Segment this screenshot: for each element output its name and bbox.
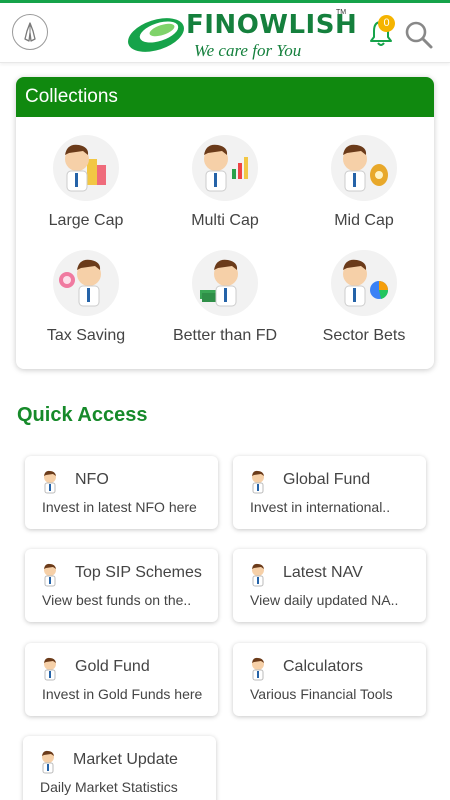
card-subtitle: View best funds on the.. <box>42 592 192 608</box>
mascot-cash-bundle-icon <box>200 259 238 307</box>
collection-multi-cap[interactable]: Multi Cap <box>155 135 295 230</box>
card-title: Top SIP Schemes <box>75 564 202 581</box>
card-subtitle: Daily Market Statistics <box>40 779 178 795</box>
mascot-avatar <box>192 250 258 316</box>
app-header: FINOWLISH TM We care for You 0 <box>0 3 450 63</box>
mascot-avatar <box>53 250 119 316</box>
mascot-mini-icon <box>44 563 56 587</box>
collection-label: Better than FD <box>172 327 278 344</box>
trademark-mark: TM <box>336 9 347 16</box>
quick-card-nfo[interactable]: NFO Invest in latest NFO here <box>25 456 218 529</box>
mascot-buildings-icon <box>65 144 106 192</box>
mascot-avatar <box>53 135 119 201</box>
card-title: Global Fund <box>283 471 371 488</box>
brand-tagline: We care for You <box>194 41 302 60</box>
collection-sector-bets[interactable]: Sector Bets <box>294 250 434 345</box>
card-title: Market Update <box>73 751 178 768</box>
finowlish-logo: FINOWLISH TM We care for You <box>124 8 357 60</box>
collection-label: Large Cap <box>48 212 124 229</box>
card-subtitle: Invest in Gold Funds here <box>42 686 203 702</box>
menu-button[interactable] <box>12 14 48 50</box>
collection-large-cap[interactable]: Large Cap <box>16 135 156 230</box>
quick-card-latest-nav[interactable]: Latest NAV View daily updated NA.. <box>233 549 426 622</box>
brand-name: FINOWLISH <box>186 10 358 40</box>
quick-card-gold-fund[interactable]: Gold Fund Invest in Gold Funds here <box>25 643 218 716</box>
mascot-mini-icon <box>44 657 56 681</box>
card-subtitle: Various Financial Tools <box>250 686 393 702</box>
card-subtitle: Invest in latest NFO here <box>42 499 197 515</box>
namaste-hands-icon <box>24 22 36 42</box>
mascot-mini-icon <box>252 563 264 587</box>
collections-title: Collections <box>16 77 434 117</box>
collection-label: Sector Bets <box>322 327 406 344</box>
card-subtitle: View daily updated NA.. <box>250 592 399 608</box>
mascot-pie-chart-icon <box>343 259 389 307</box>
card-subtitle: Invest in international.. <box>250 499 391 515</box>
collection-better-than-fd[interactable]: Better than FD <box>155 250 295 345</box>
collection-label: Multi Cap <box>191 212 259 229</box>
quick-card-global-fund[interactable]: Global Fund Invest in international.. <box>233 456 426 529</box>
mascot-mini-icon <box>252 657 264 681</box>
quick-access-title: Quick Access <box>17 404 148 426</box>
search-icon[interactable] <box>404 20 434 50</box>
mascot-mini-icon <box>44 470 56 494</box>
quick-card-top-sip[interactable]: Top SIP Schemes View best funds on the.. <box>25 549 218 622</box>
card-title: Latest NAV <box>283 564 363 581</box>
quick-card-market-update[interactable]: Market Update Daily Market Statistics <box>23 736 216 800</box>
card-title: NFO <box>75 471 109 488</box>
mascot-mini-icon <box>42 750 54 774</box>
card-title: Calculators <box>283 658 364 675</box>
collections-panel: Collections Large Cap Multi Cap Mid Cap … <box>16 77 434 369</box>
notification-badge: 0 <box>378 15 395 32</box>
mascot-chart-icon <box>204 144 248 192</box>
logo-swoosh-icon <box>128 18 184 52</box>
mascot-percent-coin-icon <box>59 259 101 307</box>
collection-label: Tax Saving <box>46 327 126 344</box>
mascot-avatar <box>331 135 397 201</box>
mascot-avatar <box>331 250 397 316</box>
collection-mid-cap[interactable]: Mid Cap <box>294 135 434 230</box>
quick-card-calculators[interactable]: Calculators Various Financial Tools <box>233 643 426 716</box>
mascot-avatar <box>192 135 258 201</box>
mascot-money-bag-icon <box>343 144 388 192</box>
collection-label: Mid Cap <box>334 212 394 229</box>
mascot-mini-icon <box>252 470 264 494</box>
card-title: Gold Fund <box>75 658 150 675</box>
collection-tax-saving[interactable]: Tax Saving <box>16 250 156 345</box>
